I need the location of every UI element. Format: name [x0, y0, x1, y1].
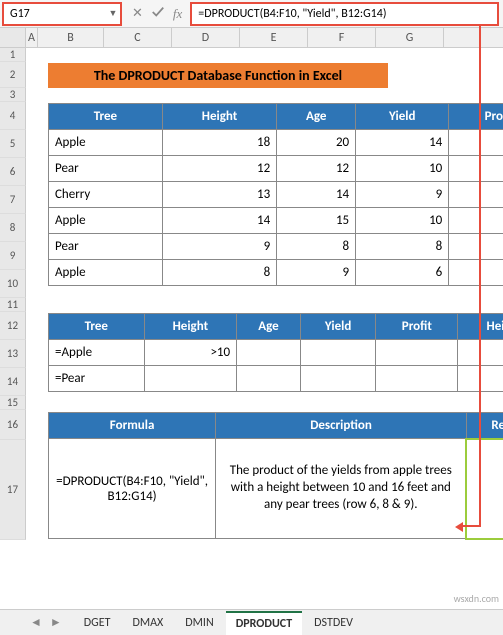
tab-scroll-left-icon[interactable]: ◄	[30, 615, 42, 630]
col-header-g[interactable]: G	[376, 28, 444, 47]
col-age[interactable]: Age	[277, 104, 356, 130]
col-header-c[interactable]: C	[104, 28, 172, 47]
row-header[interactable]: 13	[0, 340, 26, 368]
row-headers: 1 2 3 4 5 6 7 8 9 10 11 12 13 14 15 16 1…	[0, 48, 26, 540]
col-profit[interactable]: Profit	[449, 104, 503, 130]
table-row: Formula Description Result	[49, 413, 503, 439]
formula-cell[interactable]: =DPRODUCT(B4:F10, "Yield", B12:G14)	[49, 439, 216, 539]
title-banner-cell[interactable]: The DPRODUCT Database Function in Excel	[48, 63, 388, 88]
tab-scroll-right-icon[interactable]: ►	[50, 615, 62, 630]
select-all-corner[interactable]	[0, 28, 26, 47]
tab-dget[interactable]: DGET	[74, 612, 121, 634]
formula-bar-row: G17 ▼ ✕ fx =DPRODUCT(B4:F10, "Yield", B1…	[0, 0, 503, 28]
col-yield[interactable]: Yield	[356, 104, 449, 130]
watermark: wsxdn.com	[454, 592, 499, 605]
tab-dmax[interactable]: DMAX	[122, 612, 173, 634]
row-header[interactable]: 7	[0, 186, 26, 214]
table-row: Pear988$77	[49, 234, 503, 260]
criteria-table: Tree Height Age Yield Profit Height =App…	[48, 313, 503, 392]
tab-dstdev[interactable]: DSTDEV	[304, 612, 363, 634]
row-header[interactable]: 6	[0, 158, 26, 186]
tab-dproduct[interactable]: DPRODUCT	[226, 611, 302, 635]
row-header[interactable]: 12	[0, 312, 26, 340]
table-row: Apple896$45	[49, 260, 503, 286]
result-table: Formula Description Result =DPRODUCT(B4:…	[48, 412, 503, 540]
arrow-head-icon	[455, 522, 463, 532]
name-box-value: G17	[4, 7, 106, 21]
sheet-tabs: ◄ ► DGET DMAX DMIN DPRODUCT DSTDEV	[0, 609, 503, 635]
col-formula[interactable]: Formula	[49, 413, 216, 439]
formula-buttons: ✕ fx	[124, 5, 190, 23]
col-header-e[interactable]: E	[240, 28, 308, 47]
annotation-arrow	[479, 26, 481, 526]
table-row: Apple141510$75	[49, 208, 503, 234]
row-header[interactable]: 10	[0, 270, 26, 298]
table-row: Apple182014$105	[49, 130, 503, 156]
formula-input[interactable]: =DPRODUCT(B4:F10, "Yield", B12:G14)	[190, 2, 499, 26]
table-row: Cherry13149$105	[49, 182, 503, 208]
col-header-b[interactable]: B	[38, 28, 104, 47]
col-height[interactable]: Height	[162, 104, 276, 130]
cancel-icon[interactable]: ✕	[132, 6, 143, 21]
confirm-icon[interactable]	[151, 5, 165, 23]
name-box[interactable]: G17 ▼	[2, 2, 122, 26]
result-cell[interactable]: 800	[466, 439, 503, 539]
table-row: =Pear	[49, 366, 503, 392]
name-box-dropdown-icon[interactable]: ▼	[106, 8, 120, 19]
col-header-d[interactable]: D	[172, 28, 240, 47]
row-header[interactable]: 15	[0, 396, 26, 410]
col-result[interactable]: Result	[466, 413, 503, 439]
row-header[interactable]: 17	[0, 440, 26, 540]
table-row: =Apple>10<16	[49, 340, 503, 366]
row-header[interactable]: 8	[0, 214, 26, 242]
row-header[interactable]: 16	[0, 410, 26, 440]
table-row: Pear121210$96	[49, 156, 503, 182]
row-header[interactable]: 14	[0, 368, 26, 396]
data-table: Tree Height Age Yield Profit Apple182014…	[48, 103, 503, 286]
row-header[interactable]: 2	[0, 62, 26, 88]
row-header[interactable]: 4	[0, 102, 26, 130]
col-header-f[interactable]: F	[308, 28, 376, 47]
fx-icon[interactable]: fx	[173, 6, 182, 22]
row-header[interactable]: 1	[0, 48, 26, 62]
description-cell[interactable]: The product of the yields from apple tre…	[216, 439, 467, 539]
col-description[interactable]: Description	[216, 413, 467, 439]
column-headers: A B C D E F G	[0, 28, 503, 48]
table-row: Tree Height Age Yield Profit Height	[49, 314, 503, 340]
page-title: The DPRODUCT Database Function in Excel	[48, 63, 388, 88]
row-header[interactable]: 5	[0, 130, 26, 158]
col-tree[interactable]: Tree	[49, 104, 163, 130]
col-header-a[interactable]: A	[26, 28, 38, 47]
row-header[interactable]: 9	[0, 242, 26, 270]
table-row: Tree Height Age Yield Profit	[49, 104, 503, 130]
row-header[interactable]: 11	[0, 298, 26, 312]
formula-text: =DPRODUCT(B4:F10, "Yield", B12:G14)	[198, 7, 386, 21]
table-row: =DPRODUCT(B4:F10, "Yield", B12:G14) The …	[49, 439, 503, 539]
row-header[interactable]: 3	[0, 88, 26, 102]
tab-dmin[interactable]: DMIN	[175, 612, 223, 634]
